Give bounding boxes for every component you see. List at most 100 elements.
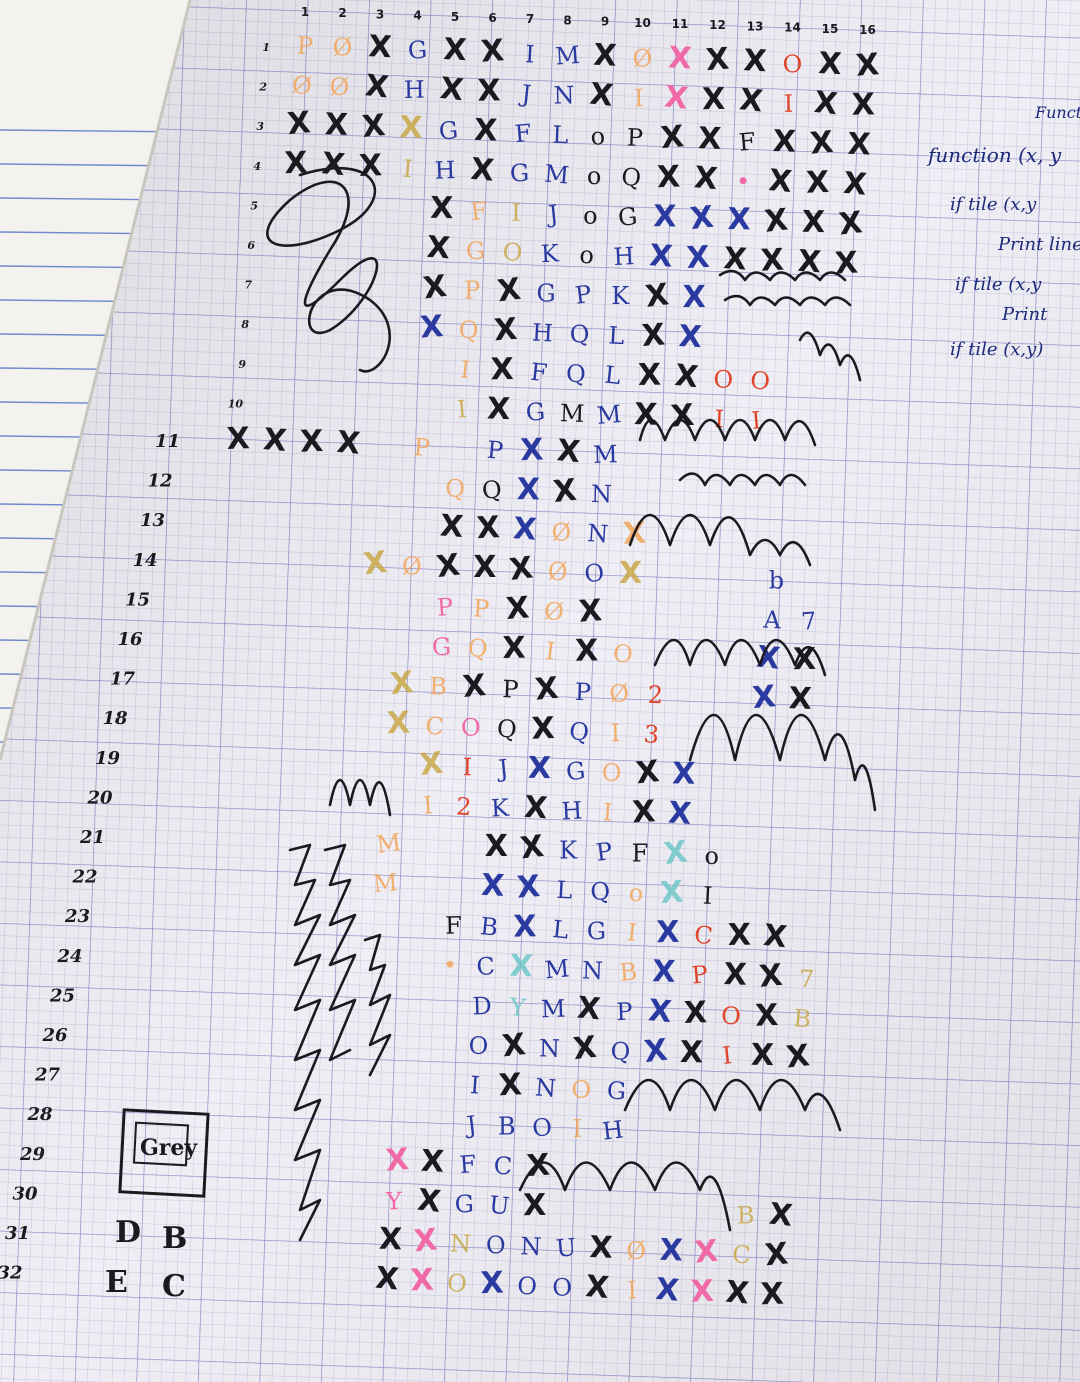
grid-mark: X [842, 166, 868, 203]
grid-mark: O [713, 365, 733, 393]
grid-mark: Q [481, 475, 504, 505]
note-line-3: if tile (x,y [950, 194, 1037, 215]
grid-mark: X [837, 205, 864, 242]
grid-mark: P [616, 998, 633, 1027]
grid-mark: X [552, 473, 579, 510]
grid-mark: P [296, 32, 314, 61]
grid-mark: C [693, 921, 714, 951]
grid-mark: X [654, 1272, 680, 1309]
grid-mark: O [749, 366, 772, 396]
grid-mark: X [834, 245, 859, 281]
grid-mark: X [385, 1142, 411, 1179]
grid-mark: B [498, 1112, 516, 1140]
row-number: 6 [247, 239, 255, 252]
grid-mark: X [513, 909, 537, 944]
grid-mark: L [551, 915, 570, 945]
grid-mark: M [559, 399, 585, 428]
row-number: 31 [5, 1223, 30, 1244]
column-number: 4 [413, 9, 421, 23]
grid-mark: X [526, 1148, 552, 1185]
grid-mark: P [574, 678, 591, 707]
grid-mark: X [320, 146, 346, 183]
grid-mark: P [472, 594, 490, 623]
grid-mark: M [375, 828, 403, 859]
column-number: 15 [822, 22, 839, 36]
grid-mark: X [689, 200, 716, 237]
grid-mark: O [571, 1075, 592, 1104]
grid-mark: C [424, 711, 445, 740]
grid-mark: P [502, 675, 519, 704]
column-number: 5 [451, 10, 459, 24]
grid-mark: o [586, 162, 601, 190]
grid-mark: Q [569, 320, 591, 349]
grid-mark: Ø [543, 597, 564, 626]
grid-mark: M [596, 400, 623, 430]
grid-mark: X [683, 995, 707, 1031]
grid-mark: B [618, 957, 638, 986]
grid-mark: P [626, 124, 643, 153]
grid-mark: X [519, 829, 546, 867]
row-number: 28 [26, 1104, 53, 1125]
legend-row2-left: E [105, 1265, 128, 1300]
grid-mark: X [480, 868, 505, 904]
grid-mark: X [702, 82, 726, 117]
grid-mark: I [422, 791, 433, 819]
column-number: 2 [338, 6, 346, 20]
row-number: 26 [41, 1025, 68, 1046]
row-number: 1 [262, 41, 270, 54]
column-number: 1 [301, 5, 309, 19]
grid-mark: X [477, 73, 501, 108]
grid-mark: X [495, 272, 522, 310]
row-number: 15 [125, 589, 150, 610]
grid-mark: H [434, 156, 456, 185]
grid-mark: X [362, 545, 389, 583]
grid-mark: X [476, 510, 501, 546]
grid-mark: X [361, 108, 387, 145]
grid-mark: X [813, 85, 840, 122]
row-number: 24 [56, 946, 82, 967]
grid-mark: o [583, 201, 598, 229]
row-number: 2 [258, 81, 267, 94]
grid-mark: X [723, 957, 747, 993]
grid-mark: P [436, 593, 454, 622]
grid-mark: X [516, 869, 542, 906]
grid-mark: X [364, 68, 391, 105]
grid-mark: B [479, 912, 499, 942]
grid-mark: X [572, 1030, 599, 1067]
grid-mark: O [583, 558, 606, 588]
grid-mark: C [732, 1241, 751, 1270]
grid-mark: • [442, 951, 457, 979]
grid-mark: X [493, 312, 519, 349]
grid-mark: X [641, 317, 667, 354]
grid-mark: P [464, 277, 480, 305]
grid-mark: 2 [647, 681, 663, 710]
grid-mark: X [469, 152, 495, 189]
grid-mark: U [555, 1233, 578, 1263]
grid-mark: X [374, 1261, 400, 1298]
grid-mark: X [480, 1265, 504, 1301]
row-number: 25 [49, 985, 75, 1006]
grid-mark: M [554, 41, 580, 71]
grid-mark: X [755, 998, 779, 1034]
grid-mark: X [534, 671, 560, 708]
grid-mark: I [573, 1115, 582, 1143]
grid-mark: X [438, 71, 465, 108]
grid-mark: I [511, 199, 521, 227]
grid-mark: M [372, 868, 398, 898]
legend-row1-right: B [162, 1221, 187, 1256]
grid-mark: Ø [625, 1236, 647, 1266]
column-number: 11 [672, 17, 689, 31]
grid-mark: X [662, 835, 689, 873]
grid-mark: Y [385, 1187, 403, 1215]
row-number: 19 [95, 748, 121, 769]
grid-mark: L [552, 121, 569, 150]
grid-mark: o [628, 879, 644, 908]
grid-mark: K [559, 837, 578, 865]
grid-mark: O [502, 238, 524, 267]
grid-mark: L [608, 321, 625, 350]
grid-mark: I [602, 798, 613, 827]
grid-mark: I [469, 1071, 480, 1100]
note-line-4: Print line [997, 234, 1080, 255]
grid-mark: X [705, 42, 731, 79]
grid-mark: X [727, 202, 751, 237]
